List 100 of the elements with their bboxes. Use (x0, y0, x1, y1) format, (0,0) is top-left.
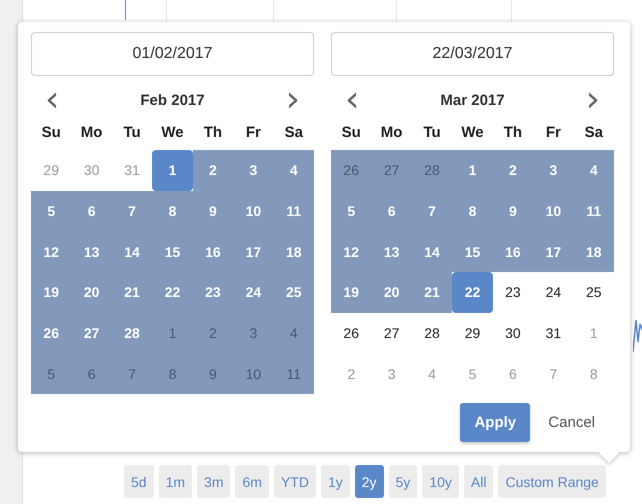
calendar-day[interactable]: 24 (233, 272, 274, 313)
calendar-day[interactable]: 17 (233, 231, 274, 272)
calendar-day[interactable]: 8 (152, 190, 193, 232)
calendar-day[interactable]: 3 (233, 150, 274, 191)
calendar-day[interactable]: 8 (152, 353, 193, 394)
calendar-day[interactable]: 30 (71, 150, 112, 191)
calendar-day[interactable]: 10 (533, 190, 574, 232)
calendar-day[interactable]: 27 (371, 150, 412, 191)
calendar-day[interactable]: 23 (192, 272, 234, 313)
calendar-day[interactable]: 1 (452, 150, 493, 191)
calendar-day[interactable]: 19 (31, 272, 72, 313)
calendar-day[interactable]: 28 (412, 150, 452, 191)
calendar-day[interactable]: 16 (492, 231, 534, 272)
calendar-day[interactable]: 4 (574, 150, 614, 191)
calendar-day[interactable]: 27 (371, 312, 412, 354)
calendar-day[interactable]: 20 (371, 272, 412, 313)
calendar-day[interactable]: 25 (274, 272, 314, 313)
calendar-day[interactable]: 11 (274, 353, 314, 394)
calendar-day[interactable]: 5 (31, 190, 72, 232)
calendar-day[interactable]: 9 (192, 190, 234, 232)
calendar-day[interactable]: 7 (533, 353, 574, 394)
calendar-day[interactable]: 12 (331, 231, 372, 272)
calendar-day[interactable]: 5 (331, 190, 372, 232)
calendar-day[interactable]: 7 (112, 353, 152, 394)
calendar-day[interactable]: 8 (452, 190, 493, 232)
calendar-day[interactable]: 26 (331, 312, 372, 354)
calendar-day[interactable]: 19 (331, 272, 372, 313)
calendar-day[interactable]: 5 (452, 353, 493, 394)
range-button[interactable]: 6m (235, 465, 269, 498)
range-button[interactable]: 5d (124, 465, 154, 498)
calendar-day[interactable]: 21 (412, 272, 452, 313)
calendar-day[interactable]: 20 (71, 272, 112, 313)
calendar-day[interactable]: 28 (112, 312, 152, 354)
calendar-day[interactable]: 14 (412, 231, 452, 272)
calendar-day[interactable]: 2 (492, 150, 534, 191)
calendar-day[interactable]: 6 (371, 190, 412, 232)
calendar-day[interactable]: 30 (492, 312, 534, 354)
calendar-day[interactable]: 15 (452, 231, 493, 272)
calendar-day[interactable]: 3 (233, 312, 274, 354)
calendar-day[interactable]: 4 (412, 353, 452, 394)
calendar-day[interactable]: 26 (31, 312, 72, 354)
range-button[interactable]: YTD (274, 465, 316, 498)
calendar-day[interactable]: 8 (574, 353, 614, 394)
range-button[interactable]: 5y (388, 465, 418, 498)
range-button[interactable]: Custom Range (498, 465, 606, 498)
calendar-day[interactable]: 6 (492, 353, 534, 394)
date-input[interactable]: 01/02/2017 (31, 32, 314, 76)
calendar-day[interactable]: 13 (71, 231, 112, 272)
calendar-day[interactable]: 11 (574, 190, 614, 232)
calendar-day[interactable]: 7 (112, 190, 152, 232)
calendar-day[interactable]: 17 (533, 231, 574, 272)
calendar-day[interactable]: 9 (192, 353, 234, 394)
calendar-day[interactable]: 6 (71, 190, 112, 232)
date-input[interactable]: 22/03/2017 (331, 32, 614, 76)
calendar-day[interactable]: 2 (192, 150, 234, 191)
calendar-day[interactable]: 31 (533, 312, 574, 354)
apply-button[interactable]: Apply (460, 403, 530, 442)
calendar-day[interactable]: 14 (112, 231, 152, 272)
previous-month-button[interactable]: ‹ (43, 85, 62, 115)
calendar-day[interactable]: 29 (31, 150, 72, 191)
calendar-day[interactable]: 13 (371, 231, 412, 272)
calendar-day[interactable]: 31 (112, 150, 152, 191)
calendar-day[interactable]: 9 (492, 190, 534, 232)
calendar-day[interactable]: 4 (274, 312, 314, 354)
calendar-day[interactable]: 18 (274, 231, 314, 272)
cancel-button[interactable]: Cancel (544, 406, 599, 440)
calendar-day[interactable]: 1 (152, 312, 193, 354)
calendar-day[interactable]: 2 (331, 353, 372, 394)
calendar-day[interactable]: 24 (533, 272, 574, 313)
previous-month-button[interactable]: ‹ (343, 85, 362, 115)
range-button[interactable]: All (464, 465, 494, 498)
calendar-day[interactable]: 1 (574, 312, 614, 354)
calendar-day[interactable]: 18 (574, 231, 614, 272)
calendar-day[interactable]: 22 (452, 272, 493, 313)
calendar-day[interactable]: 28 (412, 312, 452, 354)
calendar-day[interactable]: 26 (331, 150, 372, 191)
calendar-day[interactable]: 25 (574, 272, 614, 313)
calendar-day[interactable]: 3 (533, 150, 574, 191)
calendar-day[interactable]: 11 (274, 190, 314, 232)
calendar-day[interactable]: 4 (274, 150, 314, 191)
range-button[interactable]: 3m (197, 465, 230, 498)
calendar-day[interactable]: 22 (152, 272, 193, 313)
range-button[interactable]: 1y (320, 465, 350, 498)
calendar-day[interactable]: 21 (112, 272, 152, 313)
calendar-day[interactable]: 7 (412, 190, 452, 232)
calendar-day[interactable]: 10 (233, 353, 274, 394)
range-button[interactable]: 1m (158, 465, 192, 498)
calendar-day[interactable]: 27 (71, 312, 112, 354)
calendar-day[interactable]: 16 (192, 231, 234, 272)
calendar-day[interactable]: 12 (31, 231, 72, 272)
calendar-day[interactable]: 2 (192, 312, 234, 354)
range-button[interactable]: 2y (354, 465, 384, 498)
range-button[interactable]: 10y (422, 465, 459, 498)
next-month-button[interactable]: › (584, 85, 602, 115)
next-month-button[interactable]: › (284, 85, 302, 115)
calendar-day[interactable]: 6 (71, 353, 112, 394)
calendar-day[interactable]: 5 (31, 353, 72, 394)
calendar-day[interactable]: 15 (152, 231, 193, 272)
calendar-day[interactable]: 10 (233, 190, 274, 232)
calendar-day[interactable]: 1 (152, 150, 193, 191)
